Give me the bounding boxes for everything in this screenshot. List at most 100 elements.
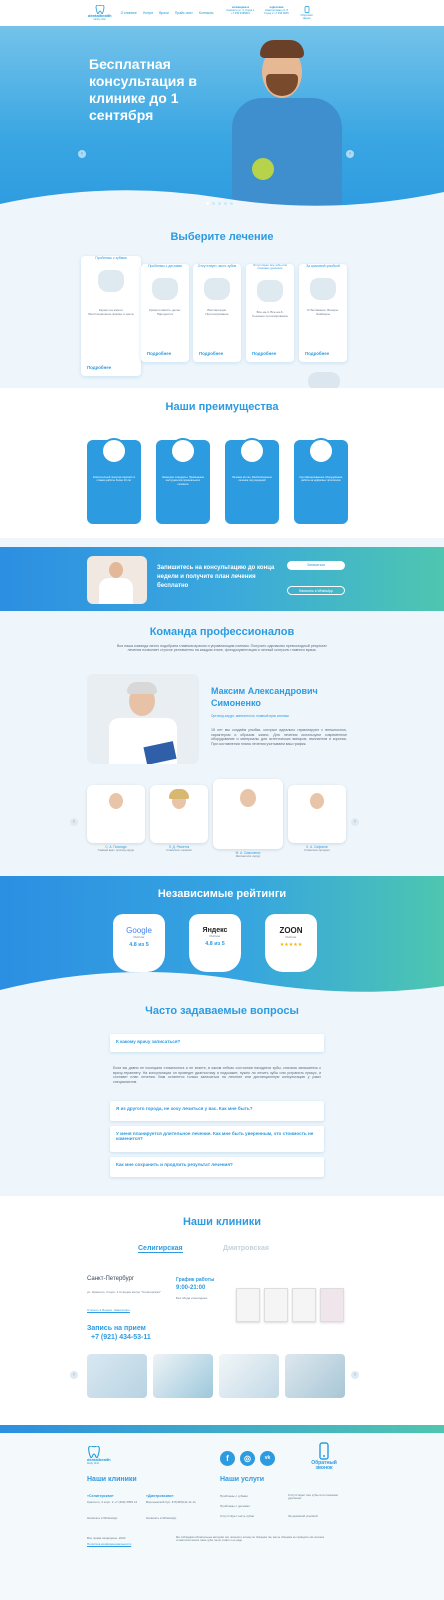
footer-service-link[interactable]: Отсутствует часть зубов [220,1514,284,1518]
nav-item-about[interactable]: О клинике [121,11,137,15]
rating-label: Рейтинг [133,935,145,939]
main-doctor-description: 15 лет мы создаём улыбки, которые идеаль… [211,728,347,746]
head-icon [239,438,265,464]
slider-dot[interactable] [212,202,215,205]
gallery-next-arrow[interactable]: › [351,1371,359,1379]
team-title: Команда профессионалов [149,626,295,638]
rating-card-yandex[interactable]: Яндекс Рейтинг 4.8 из 5 [189,914,241,972]
footer-service-link[interactable]: Проблемы с зубами [220,1494,284,1498]
vk-icon[interactable]: vk [260,1451,275,1466]
ratings-title: Независимые рейтинги [157,888,287,900]
faq-answer: Если вы давно не посещали стоматолога и … [113,1066,321,1084]
tab-seligerskaya[interactable]: Селигирская [138,1245,183,1253]
slider-dot[interactable] [230,202,233,205]
footer-service-link[interactable]: Проблемы с деснами [220,1504,284,1508]
tooth-icon [152,278,178,300]
doctor-card[interactable]: С. А. Полищук Главный врач, ортопед-хиру… [87,785,145,865]
doctor-card[interactable]: Л. Д. Решеток Стоматолог-терапевт [150,785,208,865]
doctor-card[interactable]: К. А. Сафонов Стоматолог-ортодонт [288,785,346,865]
nav-item-services[interactable]: Услуги [143,11,153,15]
nav-item-contacts[interactable]: Контакты [199,11,214,15]
license-certificate-image[interactable] [320,1288,344,1322]
clinic-photo[interactable] [87,1354,147,1398]
footer-clinic-1-whatsapp[interactable]: Написать в WhatsApp [87,1516,117,1520]
schedule-title: График работы [176,1277,215,1283]
schedule-note: Без обеда и выходных [176,1296,208,1300]
treatment-card[interactable]: Отсутствуют все зубы или показано удален… [246,258,294,362]
footer-service-link[interactable]: Отсутствуют все зубы или показано удален… [288,1493,348,1501]
treatment-card[interactable]: Отсутствует часть зубов Имплантация. Про… [193,258,241,362]
cta-text: Запишитесь на консультацию до конца неде… [157,565,275,589]
instagram-icon[interactable]: ◎ [240,1451,255,1466]
tab-dmitrovskaya[interactable]: Дмитровская [223,1245,269,1252]
footer-logo[interactable]: dentalhealth family clinic [87,1446,111,1466]
faq-question[interactable]: У меня планируется длительное лечение. К… [110,1126,324,1152]
nav-item-doctors[interactable]: Врачи [159,11,169,15]
slider-dot[interactable] [206,202,209,205]
callback-label: Обратный звонок [311,1460,337,1472]
treatment-card[interactable]: Проблемы с зубами Кариес на эмали. Восст… [81,250,141,376]
card-title: За красивой улыбкой [306,264,340,268]
card-text: Кариес на эмали. Восстановление формы и … [88,308,134,316]
card-more-link[interactable]: Подробнее [147,351,171,356]
facebook-icon[interactable]: f [220,1451,235,1466]
appointment-phone[interactable]: +7 (921) 434-53-11 [91,1334,151,1341]
microscope-icon [170,438,196,464]
header-callback-button[interactable]: Обратный звонок [298,5,316,21]
treatment-card[interactable]: Проблемы с деснами Кровоточивость десен.… [141,258,189,362]
team-prev-arrow[interactable]: ‹ [70,818,78,826]
copyright: Все права защищены. 2020 [87,1536,126,1540]
logo[interactable]: dentalhealth family clinic [88,4,112,22]
rating-card-google[interactable]: Google Рейтинг 4.8 из 5 [113,914,165,972]
doctor-card-active[interactable]: М. А. Симоненко Имплантолог-хирург [213,779,283,865]
clinic-photo[interactable] [285,1354,345,1398]
treatment-card[interactable]: За красивой улыбкой Отбеливание. Виниры.… [299,258,347,362]
clinic-photo[interactable] [153,1354,213,1398]
cta-book-button[interactable]: Записаться [287,561,345,570]
nav-item-prices[interactable]: Прайс-лист [175,11,193,15]
advantage-card: Лечение во сне. Безболезненное лечение п… [225,438,279,524]
header-address-1[interactable]: м.Невидимое Красного ул. 4, Город 1 +7 49… [226,6,256,21]
hero-wave [0,190,444,220]
faq-title: Часто задаваемые вопросы [145,1005,299,1017]
card-more-link[interactable]: Подробнее [87,365,111,370]
hero-next-arrow[interactable]: › [346,150,354,158]
clinics-title: Наши клиники [182,1216,262,1228]
cta-doctor-image [87,556,147,604]
slider-dot[interactable] [218,202,221,205]
footer-clinic-2-address: Воронежский бул. 8 8(495)111-11-11 [146,1500,196,1504]
gallery-prev-arrow[interactable]: ‹ [70,1371,78,1379]
slider-dot[interactable] [224,202,227,205]
tooth-icon [310,278,336,300]
advantage-card: Сертифицированное оборудование, работа н… [294,438,348,524]
apple-image [252,158,274,180]
license-certificate-image[interactable] [264,1288,288,1322]
card-more-link[interactable]: Подробнее [199,351,223,356]
cta-whatsapp-button[interactable]: Написать в WhatsApp [287,586,345,595]
privacy-policy-link[interactable]: Политика конфиденциальности [87,1542,131,1546]
card-more-link[interactable]: Подробнее [252,351,276,356]
license-certificate-image[interactable] [236,1288,260,1322]
rating-card-zoon[interactable]: ZOON Рейтинг ★★★★★ [265,914,317,972]
card-text: Отбеливание. Виниры. Элайнеры [307,308,339,316]
team-next-arrow[interactable]: › [351,818,359,826]
license-certificate-image[interactable] [292,1288,316,1322]
hero-prev-arrow[interactable]: ‹ [78,150,86,158]
main-nav: О клинике Услуги Врачи Прайс-лист Контак… [121,11,214,15]
clinic-map-link[interactable]: Открыть в Яндекс. Навигаторе [87,1308,130,1312]
footer-disclaimer: Мы соблюдаем обязательные методики при л… [176,1536,325,1543]
treatment-title: Выберите лечение [170,231,274,243]
faq-question[interactable]: Я из другого города, не хочу лечиться у … [110,1101,324,1121]
tooth-icon [204,278,230,300]
header-address-2[interactable]: м.Деловая Новоторговая ул. 8 Город 2 +7 4… [262,6,292,21]
footer-service-link[interactable]: За красивой улыбкой [288,1514,348,1518]
card-more-link[interactable]: Подробнее [305,351,329,356]
footer-callback-button[interactable]: Обратный звонок [306,1442,342,1472]
card-text: Кровоточивость десен. Пародонтоз [148,308,181,316]
faq-question[interactable]: К какому врачу записаться? [110,1034,324,1052]
faq-question[interactable]: Как мне сохранить и продлить результат л… [110,1157,324,1177]
card-title: Проблемы с деснами [148,264,182,268]
footer-stripe [0,1425,444,1433]
footer-clinic-2-whatsapp[interactable]: Написать в WhatsApp [146,1516,176,1520]
clinic-photo[interactable] [219,1354,279,1398]
